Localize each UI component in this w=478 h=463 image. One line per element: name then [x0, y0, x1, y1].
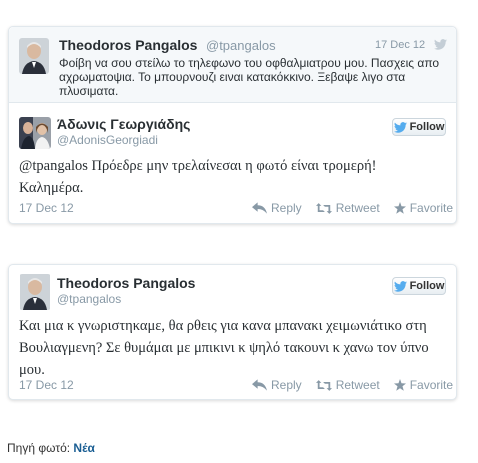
author-name[interactable]: Theodoros Pangalos — [57, 275, 195, 291]
tweet-date[interactable]: 17 Dec 12 — [375, 39, 425, 51]
reply-icon — [252, 202, 267, 214]
tweet-actions: Reply Retweet Favorite — [238, 378, 453, 392]
author-handle[interactable]: @tpangalos — [57, 292, 121, 306]
avatar[interactable] — [19, 117, 51, 149]
tweet-text: @tpangalos Πρόεδρε μην τρελαίνεσαι η φωτ… — [19, 158, 377, 196]
twitter-bird-icon — [393, 280, 407, 292]
avatar[interactable] — [19, 38, 49, 74]
retweet-icon — [315, 379, 332, 391]
follow-button[interactable]: Follow — [392, 118, 446, 136]
tweet-actions: Reply Retweet Favorite — [238, 201, 453, 215]
author-handle[interactable]: @tpangalos — [206, 38, 276, 53]
retweet-icon — [315, 202, 332, 214]
star-icon — [393, 202, 406, 214]
follow-label: Follow — [409, 121, 445, 133]
tweet-date[interactable]: 17 Dec 12 — [19, 378, 74, 392]
author-handle[interactable]: @AdonisGeorgiadi — [57, 133, 158, 147]
reply-icon — [252, 379, 267, 391]
avatar[interactable] — [19, 274, 51, 310]
retweet-button[interactable]: Retweet — [315, 201, 380, 215]
source-label: Πηγή φωτό: — [7, 441, 71, 455]
reply-button[interactable]: Reply — [252, 201, 302, 215]
twitter-bird-icon — [393, 121, 407, 133]
tweet-card-reply: Theodoros Pangalos @tpangalos 17 Dec 12 … — [8, 26, 457, 224]
source-link[interactable]: Νέα — [73, 441, 94, 455]
tweet-card: Theodoros Pangalos @tpangalos Follow Και… — [8, 264, 457, 400]
tweet-text: Και μια κ γνωριστηκαμε, θα ρθεις για καν… — [19, 318, 429, 378]
follow-button[interactable]: Follow — [392, 277, 446, 295]
quoted-tweet[interactable]: Theodoros Pangalos @tpangalos 17 Dec 12 … — [9, 27, 456, 103]
reply-button[interactable]: Reply — [252, 378, 302, 392]
tweet-text: Φοίβη να σου στείλω το τηλεφωνο του οφθα… — [59, 56, 440, 98]
favorite-button[interactable]: Favorite — [393, 201, 453, 215]
twitter-bird-icon — [434, 39, 447, 50]
star-icon — [393, 379, 406, 391]
author-name[interactable]: Άδωνις Γεωργιάδης — [57, 116, 190, 132]
favorite-button[interactable]: Favorite — [393, 378, 453, 392]
author-name[interactable]: Theodoros Pangalos — [59, 37, 197, 53]
retweet-button[interactable]: Retweet — [315, 378, 380, 392]
tweet-date[interactable]: 17 Dec 12 — [19, 201, 74, 215]
photo-source: Πηγή φωτό: Νέα — [7, 441, 95, 455]
follow-label: Follow — [409, 280, 445, 292]
